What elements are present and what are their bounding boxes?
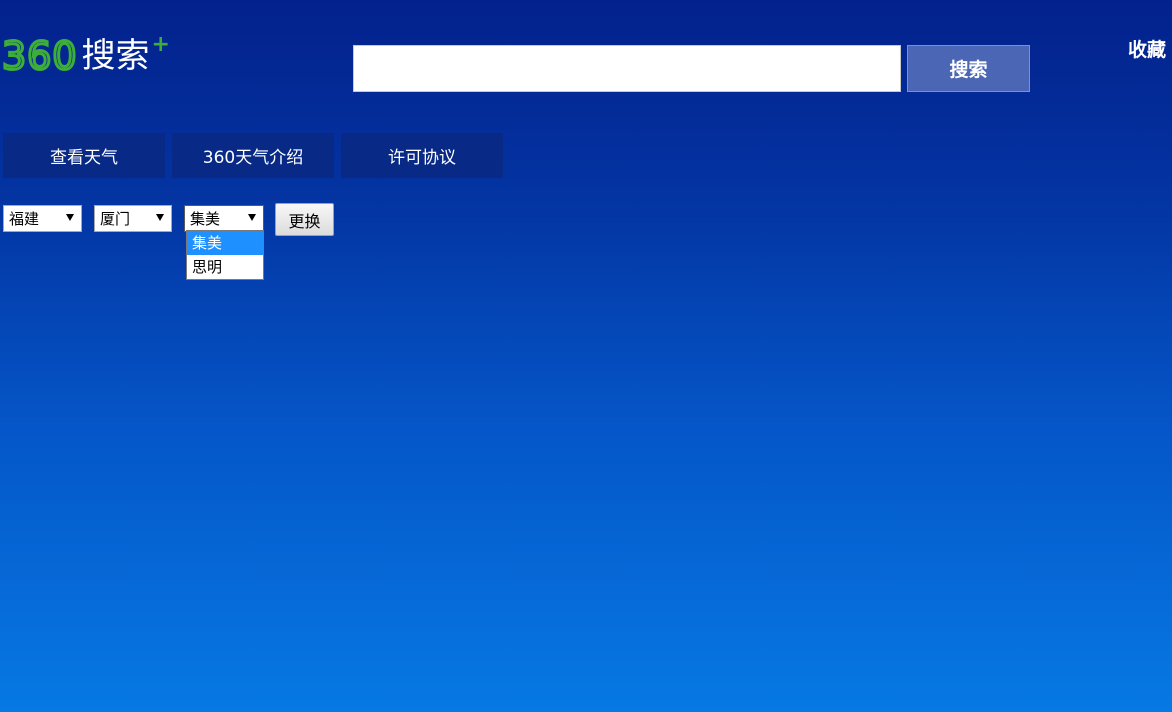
logo-plus-icon: + [151, 32, 170, 57]
chevron-down-icon [248, 214, 256, 221]
tab-view-weather[interactable]: 查看天气 [3, 133, 165, 178]
chevron-down-icon [66, 214, 74, 221]
tab-360-weather-intro[interactable]: 360天气介绍 [172, 133, 334, 178]
city-select-value: 厦门 [100, 210, 131, 228]
logo[interactable]: 360 搜索 + [1, 32, 170, 80]
search-input[interactable] [353, 45, 901, 92]
district-select[interactable]: 集美 [184, 205, 264, 232]
city-select[interactable]: 厦门 [94, 205, 172, 232]
district-dropdown-list: 集美 思明 [186, 230, 264, 280]
favorite-link[interactable]: 收藏 [1128, 35, 1166, 62]
logo-text: 搜索 [81, 36, 150, 76]
district-select-value: 集美 [190, 210, 221, 228]
dropdown-option-jimei[interactable]: 集美 [187, 231, 263, 255]
tab-license-agreement[interactable]: 许可协议 [341, 133, 503, 178]
province-select-value: 福建 [9, 210, 40, 228]
logo-number: 360 [1, 33, 79, 80]
dropdown-option-siming[interactable]: 思明 [187, 255, 263, 279]
chevron-down-icon [156, 214, 164, 221]
search-button[interactable]: 搜索 [907, 45, 1030, 92]
province-select[interactable]: 福建 [3, 205, 82, 232]
change-button[interactable]: 更换 [275, 203, 334, 236]
